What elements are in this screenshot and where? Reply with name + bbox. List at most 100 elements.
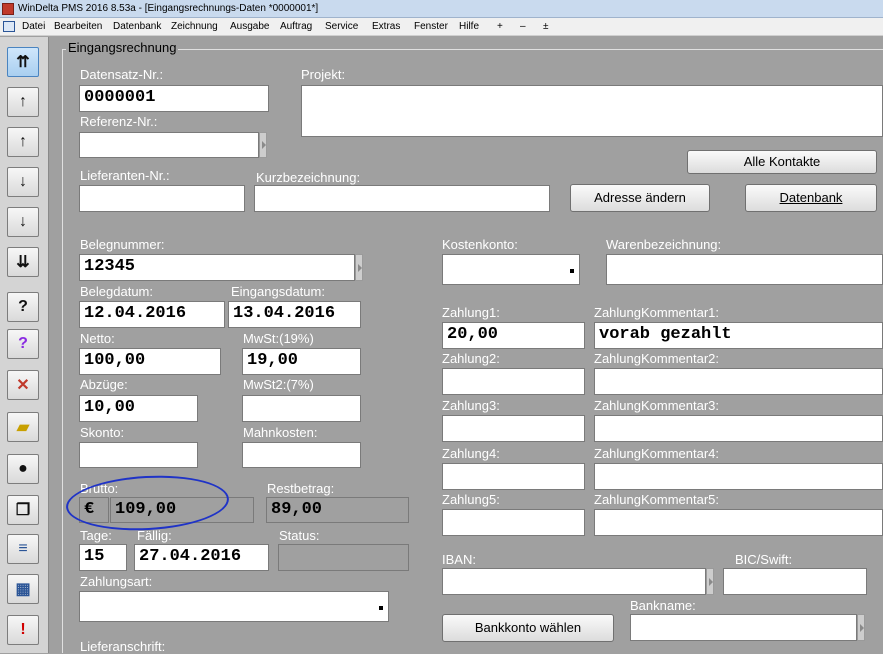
menu-bearbeiten[interactable]: Bearbeiten	[54, 18, 102, 36]
mwst2-label: MwSt2:(7%)	[243, 377, 314, 392]
nav-next-page-icon[interactable]: ↓	[7, 207, 39, 237]
alert-icon[interactable]: !	[7, 615, 39, 645]
nav-first-icon[interactable]: ⇈	[7, 47, 39, 77]
netto-label: Netto:	[80, 331, 115, 346]
zahlung4-field[interactable]	[442, 463, 585, 490]
title-bar: WinDelta PMS 2016 8.53a - [Eingangsrechn…	[0, 0, 883, 18]
menu-datei[interactable]: Datei	[22, 18, 45, 36]
nav-next-icon[interactable]: ↓	[7, 167, 39, 197]
belegdatum-label: Belegdatum:	[80, 284, 153, 299]
list-icon[interactable]: ≡	[7, 534, 39, 564]
alle-kontakte-button[interactable]: Alle Kontakte	[687, 150, 877, 174]
kostenkonto-select[interactable]	[442, 254, 580, 285]
open-folder-icon[interactable]: ▰	[7, 412, 39, 442]
kommentar4-field[interactable]	[594, 463, 883, 490]
chevron-down-icon	[570, 268, 574, 273]
lieferanschrift-label: Lieferanschrift:	[80, 639, 166, 654]
delete-icon[interactable]: ✕	[7, 370, 39, 400]
kurzbez-field[interactable]	[254, 185, 550, 212]
menu-plus[interactable]: +	[497, 18, 503, 36]
menu-extras[interactable]: Extras	[372, 18, 400, 36]
bic-field[interactable]	[723, 568, 867, 595]
bankname-field[interactable]	[630, 614, 857, 641]
kommentar5-field[interactable]	[594, 509, 883, 536]
iban-field[interactable]	[442, 568, 706, 595]
referenz-label: Referenz-Nr.:	[80, 114, 158, 129]
menu-auftrag[interactable]: Auftrag	[280, 18, 312, 36]
beleg-label: Belegnummer:	[80, 237, 165, 252]
referenz-field[interactable]	[79, 132, 259, 158]
brutto-label: Brutto:	[80, 481, 119, 496]
menu-service[interactable]: Service	[325, 18, 358, 36]
table-icon[interactable]: ▦	[7, 574, 39, 604]
window-menu-icon[interactable]	[3, 21, 15, 32]
mahnkosten-field[interactable]	[242, 442, 361, 468]
help-edit-icon[interactable]: ?	[7, 329, 39, 359]
kommentar1-field[interactable]: vorab gezahlt	[594, 322, 883, 349]
datensatz-label: Datensatz-Nr.:	[80, 67, 164, 82]
copy-icon[interactable]: ❐	[7, 495, 39, 525]
bankname-lookup[interactable]	[857, 614, 865, 641]
zahlung5-field[interactable]	[442, 509, 585, 536]
nav-last-icon[interactable]: ⇊	[7, 247, 39, 277]
adresse-aendern-button[interactable]: Adresse ändern	[570, 184, 710, 212]
left-toolbar: ⇈ ↑ ↑ ↓ ↓ ⇊ ? ? ✕ ▰ ● ❐ ≡ ▦ !	[0, 37, 49, 653]
skonto-field[interactable]	[79, 442, 198, 468]
menu-fenster[interactable]: Fenster	[414, 18, 448, 36]
menu-hilfe[interactable]: Hilfe	[459, 18, 479, 36]
nav-prev-page-icon[interactable]: ↑	[7, 87, 39, 117]
mwst2-field[interactable]	[242, 395, 361, 422]
eingangsdatum-field[interactable]: 13.04.2016	[228, 301, 361, 328]
section-title: Eingangsrechnung	[66, 40, 179, 55]
projekt-field[interactable]	[301, 85, 883, 137]
menu-minus[interactable]: –	[520, 18, 526, 36]
kommentar3-label: ZahlungKommentar3:	[594, 398, 720, 413]
belegdatum-field[interactable]: 12.04.2016	[79, 301, 225, 328]
zahlungsart-select[interactable]	[79, 591, 389, 622]
mwst-label: MwSt:(19%)	[243, 331, 314, 346]
lieferanten-field[interactable]	[79, 185, 245, 212]
mwst-field[interactable]: 19,00	[242, 348, 361, 375]
bankname-label: Bankname:	[630, 598, 696, 613]
projekt-label: Projekt:	[301, 67, 346, 82]
bankkonto-waehlen-button[interactable]: Bankkonto wählen	[442, 614, 614, 642]
zahlung1-field[interactable]: 20,00	[442, 322, 585, 349]
bomb-icon[interactable]: ●	[7, 454, 39, 484]
menu-bar: Datei Bearbeiten Datenbank Zeichnung Aus…	[0, 18, 883, 36]
nav-prev-icon[interactable]: ↑	[7, 127, 39, 157]
kommentar2-label: ZahlungKommentar2:	[594, 351, 720, 366]
kommentar3-field[interactable]	[594, 415, 883, 442]
zahlung2-field[interactable]	[442, 368, 585, 395]
menu-datenbank[interactable]: Datenbank	[113, 18, 161, 36]
kommentar1-label: ZahlungKommentar1:	[594, 305, 720, 320]
menu-ausgabe[interactable]: Ausgabe	[230, 18, 269, 36]
eingangsdatum-label: Eingangsdatum:	[231, 284, 325, 299]
faellig-label: Fällig:	[137, 528, 172, 543]
abzuege-field[interactable]: 10,00	[79, 395, 198, 422]
datensatz-field[interactable]: 0000001	[79, 85, 269, 112]
menu-zeichnung[interactable]: Zeichnung	[171, 18, 218, 36]
iban-label: IBAN:	[442, 552, 476, 567]
skonto-label: Skonto:	[80, 425, 125, 440]
zahlung3-field[interactable]	[442, 415, 585, 442]
menu-plusminus[interactable]: ±	[543, 18, 549, 36]
kommentar5-label: ZahlungKommentar5:	[594, 492, 720, 507]
datenbank-button[interactable]: Datenbank	[745, 184, 877, 212]
referenz-lookup[interactable]	[259, 132, 267, 158]
kommentar2-field[interactable]	[594, 368, 883, 395]
group-border-left	[62, 49, 63, 653]
netto-field[interactable]: 100,00	[79, 348, 221, 375]
help-icon[interactable]: ?	[7, 292, 39, 322]
beleg-lookup[interactable]	[355, 254, 363, 281]
restbetrag-field: 89,00	[266, 497, 409, 523]
iban-lookup[interactable]	[706, 568, 714, 595]
tage-label: Tage:	[80, 528, 112, 543]
status-label: Status:	[279, 528, 320, 543]
mahnkosten-label: Mahnkosten:	[243, 425, 318, 440]
bic-label: BIC/Swift:	[735, 552, 793, 567]
warenbez-field[interactable]	[606, 254, 883, 285]
tage-field[interactable]: 15	[79, 544, 127, 571]
faellig-field[interactable]: 27.04.2016	[134, 544, 269, 571]
app-icon	[2, 3, 14, 15]
beleg-field[interactable]: 12345	[79, 254, 355, 281]
